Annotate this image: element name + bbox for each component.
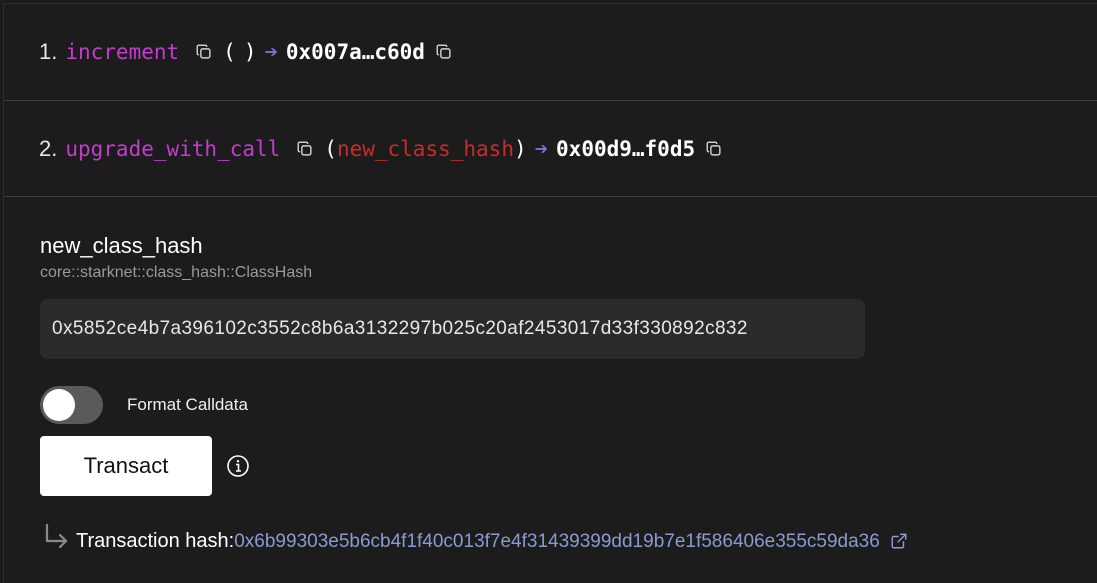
return-arrow-icon	[45, 523, 68, 549]
result-hash: 0x00d9…f0d5	[556, 136, 696, 161]
copy-icon[interactable]	[703, 138, 725, 160]
function-row-upgrade-with-call[interactable]: 2. upgrade_with_call ( new_class_hash ) …	[4, 101, 1097, 197]
function-name: upgrade_with_call	[65, 136, 281, 161]
class-hash-input[interactable]	[52, 318, 865, 340]
result-hash: 0x007a…c60d	[285, 40, 425, 64]
open-paren: (	[324, 136, 337, 161]
arrow-right-icon: ➔	[264, 44, 278, 61]
function-params: new_class_hash	[336, 136, 514, 161]
transaction-hash-link[interactable]: 0x6b99303e5b6cb4f1f40c013f7e4f31439399dd…	[234, 531, 880, 553]
format-calldata-toggle[interactable]	[40, 386, 103, 424]
arrow-right-icon: ➔	[534, 140, 549, 158]
field-type: core::starknet::class_hash::ClassHash	[40, 264, 313, 281]
function-index: 1.	[39, 39, 58, 64]
format-calldata-label: Format Calldata	[127, 395, 248, 414]
close-paren: )	[513, 136, 527, 161]
transaction-hash-row: Transaction hash: 0x6b99303e5b6cb4f1f40c…	[40, 521, 908, 553]
function-index: 2.	[39, 135, 58, 161]
function-name: increment	[65, 40, 180, 64]
copy-icon[interactable]	[294, 138, 316, 160]
contract-panel: 1. increment ( ) ➔ 0x007a…c60d 2. upgrad…	[3, 3, 1097, 583]
format-calldata-row: Format Calldata	[40, 386, 248, 424]
open-paren: (	[223, 40, 236, 64]
copy-icon[interactable]	[433, 41, 455, 63]
field-label: new_class_hash	[40, 233, 203, 258]
copy-icon[interactable]	[193, 41, 215, 63]
transaction-hash-label: Transaction hash:	[76, 530, 235, 552]
toggle-knob	[43, 389, 75, 421]
info-icon[interactable]	[226, 454, 250, 478]
close-paren: )	[243, 40, 257, 64]
external-link-icon[interactable]	[890, 532, 908, 550]
function-row-increment[interactable]: 1. increment ( ) ➔ 0x007a…c60d	[4, 4, 1097, 101]
class-hash-input-box[interactable]	[40, 299, 865, 359]
transact-button[interactable]: Transact	[40, 436, 212, 496]
